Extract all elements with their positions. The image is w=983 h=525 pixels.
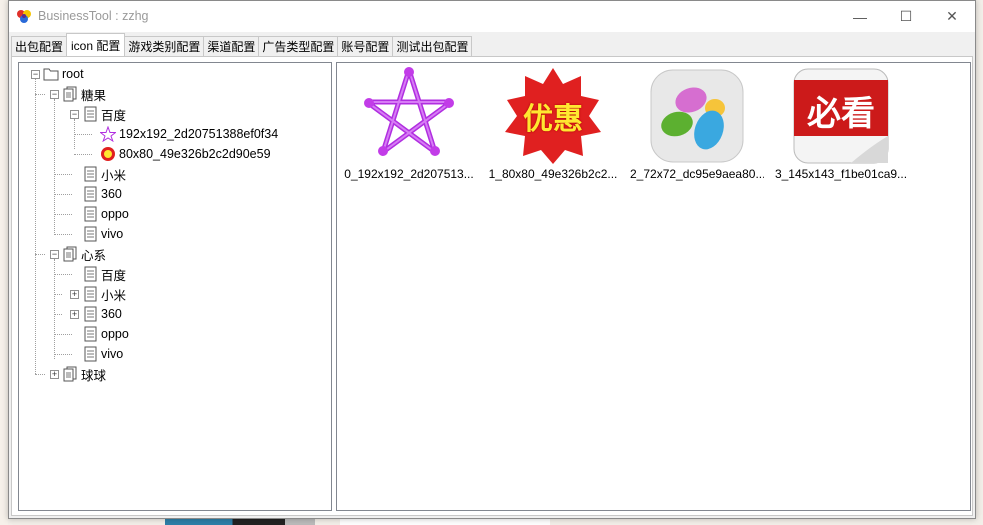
tree-node-label: 360: [101, 307, 122, 321]
main-window: BusinessTool : zzhg — ☐ ✕ 出包配置 icon 配置 游…: [8, 0, 976, 519]
tree-node-channel-vivo[interactable]: vivo: [82, 345, 123, 363]
tab-channel-config[interactable]: 渠道配置: [203, 36, 260, 56]
badge-text: 优惠: [523, 102, 583, 137]
tree-node-game-xinxi[interactable]: 心系: [62, 245, 106, 263]
tree-node-channel-360[interactable]: 360: [82, 305, 122, 323]
tab-label: 渠道配置: [207, 40, 256, 54]
bikan-icon: 必看: [791, 66, 891, 166]
maximize-button[interactable]: ☐: [883, 1, 929, 32]
tab-account-config[interactable]: 账号配置: [337, 36, 394, 56]
document-icon: [82, 226, 98, 242]
tab-icon-config[interactable]: icon 配置: [66, 33, 126, 56]
icon-caption: 1_80x80_49e326b2c2...: [488, 167, 618, 181]
window-title: BusinessTool : zzhg: [38, 9, 149, 23]
game3-expand-toggle[interactable]: +: [50, 370, 59, 379]
tree-node-root[interactable]: root: [43, 65, 84, 83]
game1-collapse-toggle[interactable]: −: [50, 90, 59, 99]
badge-text: 必看: [807, 93, 875, 134]
c360-expand-toggle[interactable]: +: [70, 310, 79, 319]
icon-caption: 3_145x143_f1be01ca9...: [774, 167, 908, 181]
icon-config-page: − root − 糖果 − 百度 192x192_2d20751388ef0f3…: [11, 56, 973, 516]
icon-caption: 2_72x72_dc95e9aea80...: [630, 167, 764, 181]
document-stack-icon: [62, 246, 78, 262]
tree-node-channel-vivo[interactable]: vivo: [82, 225, 123, 243]
star-icon: [359, 66, 459, 166]
tree-node-channel-oppo[interactable]: oppo: [82, 205, 129, 223]
desktop-panel-fragment: [340, 519, 550, 525]
tree-node-label: oppo: [101, 207, 129, 221]
tree-node-icon-192[interactable]: 192x192_2d20751388ef0f34: [100, 125, 278, 143]
document-icon: [82, 206, 98, 222]
xiaomi-expand-toggle[interactable]: +: [70, 290, 79, 299]
close-icon: ✕: [946, 8, 958, 24]
tab-test-package-config[interactable]: 测试出包配置: [392, 36, 473, 56]
baidu-collapse-toggle[interactable]: −: [70, 110, 79, 119]
document-icon: [82, 106, 98, 122]
icon-thumbnail[interactable]: 必看 3_145x143_f1be01ca9...: [774, 66, 908, 181]
tree-node-label: 360: [101, 187, 122, 201]
document-icon: [82, 346, 98, 362]
icon-thumbnail[interactable]: 优惠 1_80x80_49e326b2c2...: [486, 66, 620, 181]
tree-node-label: 心系: [81, 248, 107, 263]
document-stack-icon: [62, 366, 78, 382]
tree-node-label: 192x192_2d20751388ef0f34: [119, 127, 279, 141]
game2-collapse-toggle[interactable]: −: [50, 250, 59, 259]
document-icon: [82, 186, 98, 202]
tree-node-label: oppo: [101, 327, 129, 341]
tree-node-label: 小米: [101, 168, 127, 183]
app-logo-icon: [17, 10, 31, 23]
document-icon: [82, 326, 98, 342]
root-collapse-toggle[interactable]: −: [31, 70, 40, 79]
minimize-button[interactable]: —: [837, 1, 883, 32]
tree-node-label: root: [62, 67, 84, 81]
document-icon: [82, 286, 98, 302]
desktop-background: [0, 0, 8, 525]
icon-preview-list[interactable]: 0_192x192_2d207513... 优惠 1_80x80_49e326b…: [336, 62, 971, 511]
tree-node-channel-baidu[interactable]: 百度: [82, 265, 126, 283]
star-icon: [100, 126, 116, 142]
icon-thumbnail[interactable]: 0_192x192_2d207513...: [342, 66, 476, 181]
document-icon: [82, 306, 98, 322]
tree-node-label: 80x80_49e326b2c2d90e59: [119, 147, 271, 161]
tree-node-game-tangguo[interactable]: 糖果: [62, 85, 106, 103]
tree-node-channel-xiaomi[interactable]: 小米: [82, 285, 126, 303]
tab-label: 出包配置: [15, 40, 64, 54]
tree-node-channel-oppo[interactable]: oppo: [82, 325, 129, 343]
minimize-icon: —: [853, 8, 867, 25]
tree-node-channel-xiaomi[interactable]: 小米: [82, 165, 126, 183]
tree-node-label: 百度: [101, 108, 127, 123]
document-stack-icon: [62, 86, 78, 102]
tab-ad-type-config[interactable]: 广告类型配置: [258, 36, 339, 56]
title-bar[interactable]: BusinessTool : zzhg — ☐ ✕: [9, 1, 975, 32]
tab-label: 测试出包配置: [396, 40, 469, 54]
icon-caption: 0_192x192_2d207513...: [344, 167, 474, 181]
tree-node-label: 百度: [101, 268, 127, 283]
tab-bar: 出包配置 icon 配置 游戏类别配置 渠道配置 广告类型配置 账号配置 测试出…: [11, 33, 473, 56]
icon-thumbnail[interactable]: 2_72x72_dc95e9aea80...: [630, 66, 764, 181]
tree-node-label: vivo: [101, 227, 124, 241]
tree-node-channel-360[interactable]: 360: [82, 185, 122, 203]
tab-label: icon 配置: [71, 38, 121, 53]
tree-node-label: 小米: [101, 288, 127, 303]
close-button[interactable]: ✕: [929, 1, 975, 32]
tab-label: 账号配置: [341, 40, 390, 54]
tree-node-icon-80[interactable]: 80x80_49e326b2c2d90e59: [100, 145, 271, 163]
discount-badge-icon: [100, 146, 116, 162]
tree-node-channel-baidu[interactable]: 百度: [82, 105, 126, 123]
tab-label: 广告类型配置: [262, 40, 335, 54]
folder-icon: [43, 66, 59, 82]
tree-node-label: vivo: [101, 347, 124, 361]
tree-node-game-qiuqiu[interactable]: 球球: [62, 365, 106, 383]
jellybean-icon: [647, 66, 747, 166]
discount-badge-icon: 优惠: [503, 66, 603, 166]
document-icon: [82, 266, 98, 282]
tree-node-label: 糖果: [81, 88, 107, 103]
icon-tree-view[interactable]: − root − 糖果 − 百度 192x192_2d20751388ef0f3…: [18, 62, 332, 511]
tab-package-config[interactable]: 出包配置: [11, 36, 68, 56]
maximize-icon: ☐: [899, 8, 913, 24]
tab-game-category-config[interactable]: 游戏类别配置: [124, 36, 205, 56]
tab-label: 游戏类别配置: [128, 40, 201, 54]
tree-node-label: 球球: [81, 368, 107, 383]
document-icon: [82, 166, 98, 182]
